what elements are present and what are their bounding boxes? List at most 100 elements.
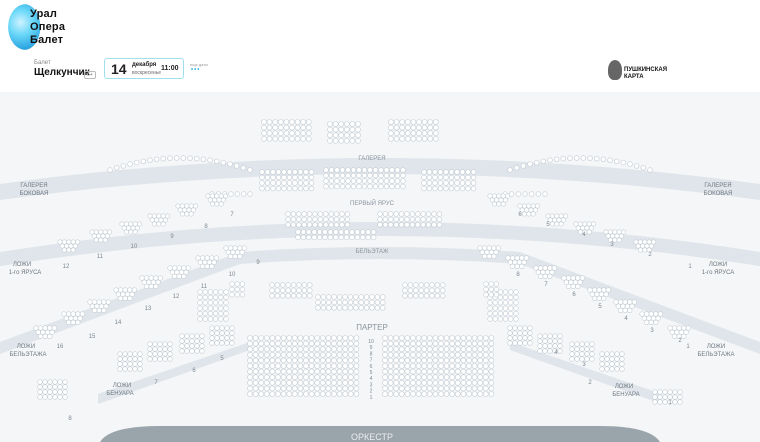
seat[interactable] — [240, 165, 247, 171]
seat[interactable] — [269, 385, 276, 392]
seat[interactable] — [347, 357, 354, 364]
seat[interactable] — [331, 299, 337, 306]
seat[interactable] — [404, 363, 411, 369]
seat[interactable] — [79, 311, 85, 317]
seat[interactable] — [190, 207, 196, 213]
seat[interactable] — [345, 183, 351, 190]
seat[interactable] — [482, 357, 489, 364]
seat[interactable] — [569, 351, 575, 357]
seat[interactable] — [438, 391, 444, 397]
seat[interactable] — [557, 348, 563, 354]
seat[interactable] — [465, 174, 471, 181]
seat[interactable] — [101, 307, 107, 313]
seat[interactable] — [147, 351, 153, 357]
seat[interactable] — [325, 357, 332, 364]
seat[interactable] — [532, 207, 538, 213]
seat[interactable] — [290, 282, 297, 288]
seat[interactable] — [305, 135, 312, 142]
seat[interactable] — [289, 124, 295, 131]
seat[interactable] — [685, 325, 692, 331]
seat[interactable] — [162, 341, 168, 347]
seat[interactable] — [68, 315, 74, 321]
seat[interactable] — [344, 222, 351, 228]
seat[interactable] — [47, 384, 53, 390]
seat[interactable] — [454, 391, 461, 397]
seat[interactable] — [643, 319, 650, 325]
seat[interactable] — [286, 185, 293, 192]
seat[interactable] — [52, 389, 58, 395]
seat[interactable] — [552, 338, 558, 344]
seat[interactable] — [353, 385, 360, 392]
seat[interactable] — [415, 340, 422, 347]
seat[interactable] — [350, 172, 357, 179]
seat[interactable] — [314, 385, 321, 392]
seat[interactable] — [459, 180, 466, 186]
seat[interactable] — [325, 335, 332, 341]
seat[interactable] — [512, 330, 518, 336]
seat[interactable] — [207, 305, 213, 311]
seat[interactable] — [477, 357, 484, 364]
seat[interactable] — [290, 216, 297, 223]
seat[interactable] — [157, 346, 163, 352]
seat[interactable] — [372, 172, 379, 179]
seat[interactable] — [471, 346, 478, 353]
seat[interactable] — [334, 172, 340, 179]
seat[interactable] — [646, 239, 652, 245]
seat[interactable] — [179, 203, 185, 209]
seat[interactable] — [263, 351, 270, 358]
seat[interactable] — [199, 343, 205, 349]
seat[interactable] — [327, 132, 333, 139]
seat[interactable] — [269, 368, 276, 375]
seat[interactable] — [331, 374, 337, 381]
seat[interactable] — [296, 282, 302, 288]
seat[interactable] — [604, 356, 610, 362]
seat[interactable] — [569, 346, 575, 352]
seat[interactable] — [641, 315, 647, 321]
seat[interactable] — [308, 335, 315, 341]
seat[interactable] — [622, 307, 628, 313]
seat[interactable] — [333, 216, 340, 223]
seat[interactable] — [382, 357, 388, 364]
seat[interactable] — [294, 130, 301, 137]
seat[interactable] — [218, 294, 224, 300]
seat[interactable] — [101, 299, 107, 305]
seat[interactable] — [574, 356, 580, 362]
seat[interactable] — [387, 357, 394, 364]
seat[interactable] — [355, 121, 361, 127]
seat[interactable] — [507, 335, 513, 341]
seat[interactable] — [681, 325, 687, 331]
seat[interactable] — [449, 357, 456, 364]
seat[interactable] — [207, 294, 213, 300]
seat[interactable] — [618, 233, 624, 239]
seat[interactable] — [122, 356, 128, 362]
seat[interactable] — [214, 325, 220, 331]
seat[interactable] — [421, 385, 428, 392]
seat[interactable] — [584, 356, 590, 362]
seat[interactable] — [307, 287, 313, 294]
seat[interactable] — [296, 293, 302, 299]
seat[interactable] — [189, 338, 195, 344]
seat[interactable] — [586, 229, 592, 235]
seat[interactable] — [454, 174, 460, 181]
seat[interactable] — [410, 335, 416, 341]
seat[interactable] — [323, 222, 329, 228]
seat[interactable] — [188, 203, 194, 209]
seat[interactable] — [234, 292, 240, 298]
seat[interactable] — [614, 361, 620, 367]
seat[interactable] — [542, 265, 548, 271]
seat[interactable] — [528, 207, 534, 213]
seat[interactable] — [482, 385, 489, 392]
seat[interactable] — [176, 265, 182, 271]
seat[interactable] — [286, 385, 293, 392]
seat[interactable] — [303, 346, 309, 353]
seat[interactable] — [202, 259, 208, 265]
seat[interactable] — [345, 167, 351, 173]
seat[interactable] — [197, 311, 203, 317]
seat[interactable] — [35, 329, 41, 335]
seat[interactable] — [263, 385, 270, 392]
seat[interactable] — [398, 379, 405, 386]
seat[interactable] — [454, 185, 460, 192]
seat[interactable] — [459, 169, 466, 175]
seat[interactable] — [325, 379, 332, 386]
seat[interactable] — [96, 307, 102, 313]
